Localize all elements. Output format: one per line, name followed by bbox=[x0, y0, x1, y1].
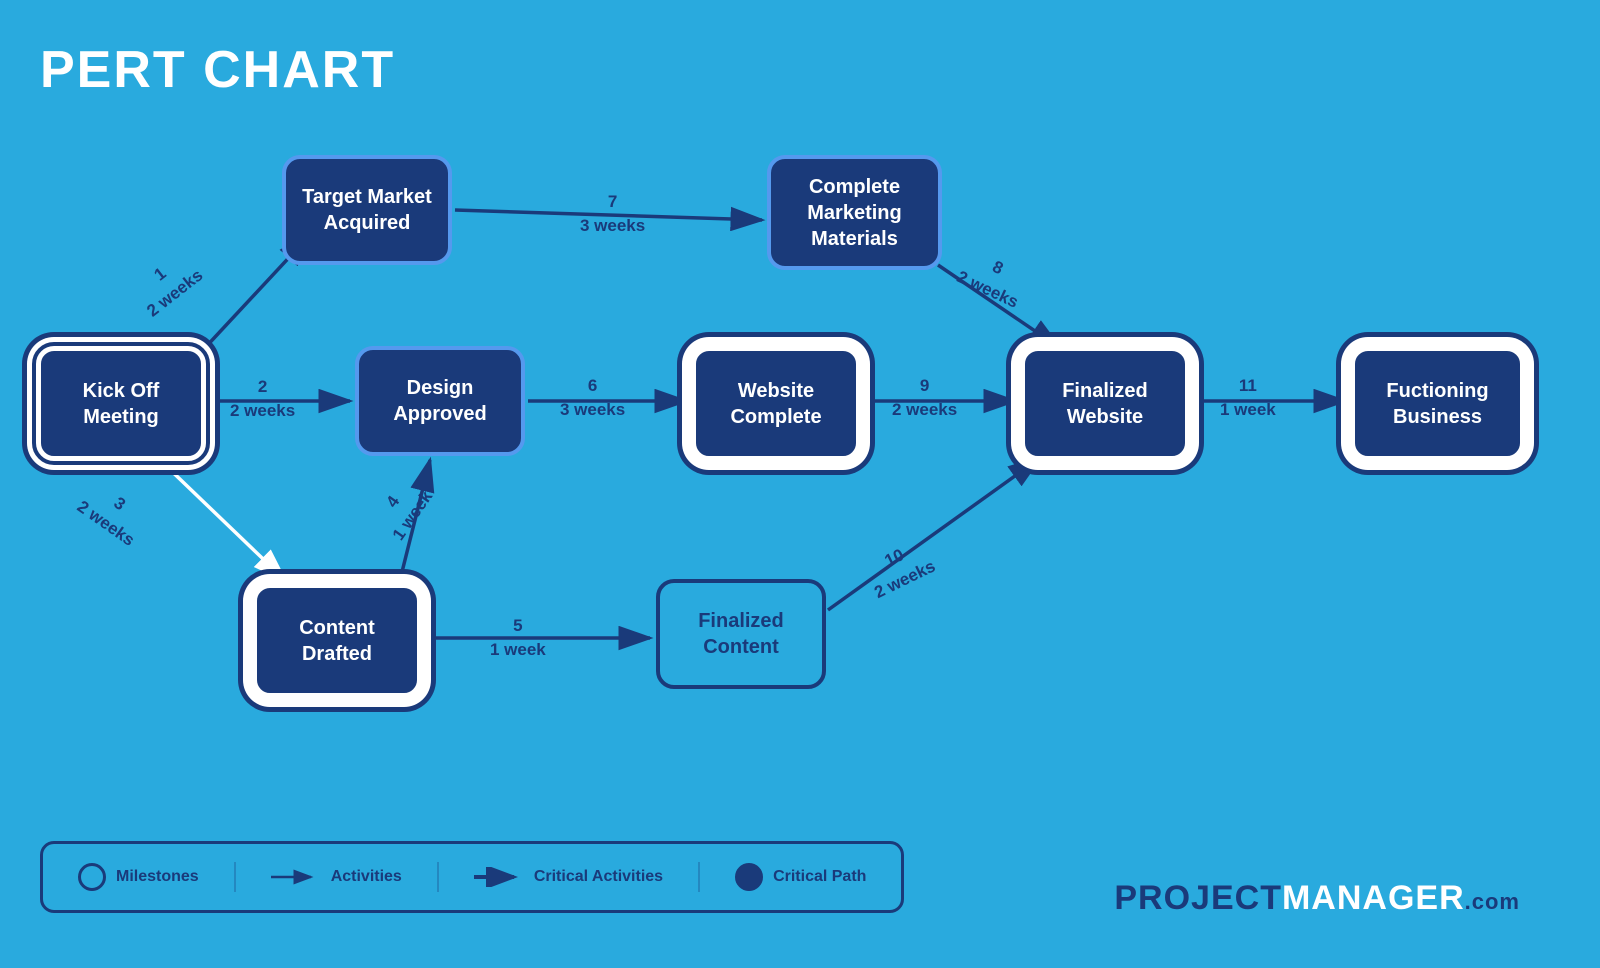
activity-arrow-icon bbox=[271, 867, 321, 887]
node-design-approved: DesignApproved bbox=[355, 346, 525, 456]
arrow-4-number: 4 bbox=[382, 492, 403, 511]
arrow-9-number: 9 bbox=[920, 376, 929, 395]
pm-logo-com: .com bbox=[1465, 889, 1520, 915]
node-content-drafted: ContentDrafted bbox=[252, 583, 422, 698]
arrow-label-5: 5 1 week bbox=[490, 614, 546, 662]
arrow-5-duration: 1 week bbox=[490, 640, 546, 659]
arrow-label-10: 10 2 weeks bbox=[860, 533, 939, 604]
node-kick-off-label: Kick OffMeeting bbox=[83, 378, 160, 430]
arrow-11-number: 11 bbox=[1239, 376, 1257, 395]
legend-milestones: Milestones bbox=[78, 863, 199, 891]
arrow-1-number: 1 bbox=[150, 264, 169, 285]
legend-milestones-label: Milestones bbox=[116, 868, 199, 886]
arrow-label-7: 7 3 weeks bbox=[580, 190, 645, 238]
node-content-drafted-label: ContentDrafted bbox=[299, 615, 375, 667]
arrow-label-4: 4 1 week bbox=[367, 472, 438, 545]
node-finalized-content: FinalizedContent bbox=[656, 579, 826, 689]
node-complete-marketing-label: CompleteMarketingMaterials bbox=[807, 174, 901, 252]
arrow-4-duration: 1 week bbox=[389, 487, 437, 544]
legend-divider-3 bbox=[698, 862, 700, 892]
arrow-label-6: 6 3 weeks bbox=[560, 374, 625, 422]
arrow-6-duration: 3 weeks bbox=[560, 400, 625, 419]
legend-critical-activities-label: Critical Activities bbox=[534, 868, 663, 886]
node-target-market: Target MarketAcquired bbox=[282, 155, 452, 265]
node-website-complete-label: WebsiteComplete bbox=[730, 378, 821, 430]
page-title: PERT CHART bbox=[40, 40, 395, 100]
node-design-approved-label: DesignApproved bbox=[393, 375, 486, 427]
arrow-6-number: 6 bbox=[588, 376, 597, 395]
critical-path-icon bbox=[735, 863, 763, 891]
arrow-3-duration: 2 weeks bbox=[74, 497, 138, 550]
arrow-8-duration: 2 weeks bbox=[954, 267, 1021, 312]
arrow-11-duration: 1 week bbox=[1220, 400, 1276, 419]
arrow-label-1: 1 2 weeks bbox=[127, 245, 208, 323]
node-kick-off-meeting: Kick OffMeeting bbox=[36, 346, 206, 461]
legend-activities: Activities bbox=[271, 867, 402, 887]
node-finalized-website: FinalizedWebsite bbox=[1020, 346, 1190, 461]
legend-activities-label: Activities bbox=[331, 868, 402, 886]
arrow-label-9: 9 2 weeks bbox=[892, 374, 957, 422]
legend-divider-1 bbox=[234, 862, 236, 892]
legend-critical-activities: Critical Activities bbox=[474, 867, 663, 887]
critical-activity-arrow-icon bbox=[474, 867, 524, 887]
arrow-2-duration: 2 weeks bbox=[230, 401, 295, 420]
arrow-label-8: 8 2 weeks bbox=[953, 243, 1032, 314]
legend: Milestones Activities Critical Activitie… bbox=[40, 841, 904, 913]
arrow-3-number: 3 bbox=[110, 493, 129, 514]
arrow-7-duration: 3 weeks bbox=[580, 216, 645, 235]
pm-logo-project: PROJECT bbox=[1114, 879, 1282, 918]
pm-logo: PROJECTMANAGER.com bbox=[1114, 879, 1520, 918]
arrow-8-number: 8 bbox=[990, 257, 1007, 278]
node-functioning-business: FuctioningBusiness bbox=[1350, 346, 1525, 461]
node-functioning-business-label: FuctioningBusiness bbox=[1386, 378, 1488, 430]
arrow-label-11: 11 1 week bbox=[1220, 374, 1276, 422]
node-website-complete: WebsiteComplete bbox=[691, 346, 861, 461]
arrow-2-number: 2 bbox=[258, 377, 267, 396]
pm-logo-manager: MANAGER bbox=[1282, 879, 1465, 918]
milestone-icon bbox=[78, 863, 106, 891]
arrow-10-number: 10 bbox=[882, 545, 907, 570]
node-finalized-content-label: FinalizedContent bbox=[698, 608, 784, 660]
arrow-label-3: 3 2 weeks bbox=[72, 476, 153, 552]
arrow-7-number: 7 bbox=[608, 192, 617, 211]
legend-critical-path: Critical Path bbox=[735, 863, 866, 891]
node-finalized-website-label: FinalizedWebsite bbox=[1062, 378, 1148, 430]
node-target-market-label: Target MarketAcquired bbox=[302, 184, 432, 236]
node-complete-marketing: CompleteMarketingMaterials bbox=[767, 155, 942, 270]
arrow-label-2: 2 2 weeks bbox=[230, 375, 295, 423]
legend-divider-2 bbox=[437, 862, 439, 892]
arrow-9-duration: 2 weeks bbox=[892, 400, 957, 419]
legend-critical-path-label: Critical Path bbox=[773, 868, 866, 886]
arrow-5-number: 5 bbox=[513, 616, 522, 635]
